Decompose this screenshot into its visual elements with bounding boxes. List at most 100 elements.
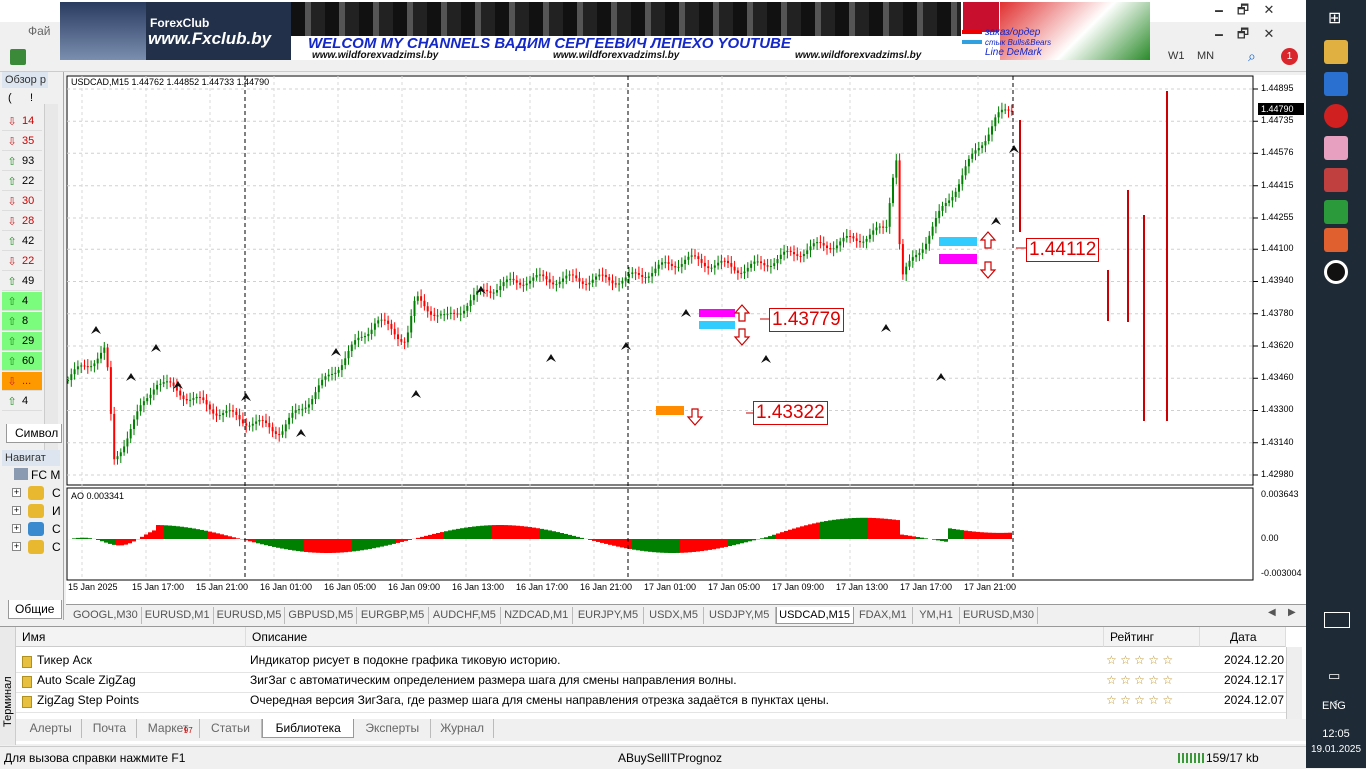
terminal-tab[interactable]: Эксперты bbox=[354, 719, 431, 738]
mw-row[interactable]: ⇧22 bbox=[2, 172, 42, 191]
tab-symbol[interactable]: Символ bbox=[6, 424, 62, 443]
chart-tab[interactable]: GBPUSD,M5 bbox=[285, 607, 357, 624]
arrow-up-icon: ⇧ bbox=[6, 316, 18, 328]
terminal-tab[interactable]: Почта bbox=[82, 719, 137, 738]
menu-file[interactable]: Фай bbox=[28, 24, 51, 38]
chart-tab[interactable]: EURUSD,M1 bbox=[142, 607, 214, 624]
col-rating[interactable]: Рейтинг bbox=[1104, 627, 1200, 647]
mw-value: 22 bbox=[22, 255, 34, 267]
terminal-tab[interactable]: Статьи bbox=[200, 719, 262, 738]
mw-row[interactable]: ⇧93 bbox=[2, 152, 42, 171]
clock-time[interactable]: 12:05 bbox=[1306, 728, 1366, 740]
chart-tab[interactable]: USDX,M5 bbox=[644, 607, 703, 624]
chart-tab[interactable]: USDCAD,M15 bbox=[776, 607, 854, 624]
close-button[interactable]: ✕ bbox=[1256, 0, 1282, 20]
chart-tab[interactable]: GOOGL,M30 bbox=[70, 607, 142, 624]
mw-row[interactable]: ⇧8 bbox=[2, 312, 42, 331]
chart-tab[interactable]: NZDCAD,M1 bbox=[501, 607, 573, 624]
lang-indicator[interactable]: ENG bbox=[1322, 700, 1346, 712]
restore-button[interactable]: 🗗 bbox=[1230, 0, 1256, 20]
mw-row[interactable]: ⇧29 bbox=[2, 332, 42, 351]
navigator-root[interactable]: FC M bbox=[31, 468, 60, 482]
calculator-icon[interactable] bbox=[1324, 200, 1348, 224]
mw-row[interactable]: ⇧49 bbox=[2, 272, 42, 291]
mw-row[interactable]: ⇩14 bbox=[2, 112, 42, 131]
mw-value: 42 bbox=[22, 235, 34, 247]
notification-badge[interactable]: 1 bbox=[1281, 48, 1298, 65]
tf-mn-button[interactable]: MN bbox=[1197, 50, 1214, 62]
time-tick: 15 Jan 2025 bbox=[68, 582, 118, 592]
chart-tab[interactable]: EURUSD,M30 bbox=[960, 607, 1038, 624]
chart-tab[interactable]: YM,H1 bbox=[913, 607, 960, 624]
mw-col-alert[interactable]: ! bbox=[30, 92, 33, 104]
speaker-icon[interactable] bbox=[1324, 168, 1348, 192]
chart-tab[interactable]: EURGBP,M5 bbox=[357, 607, 429, 624]
library-name[interactable]: ZigZag Step Points bbox=[37, 693, 139, 707]
tree-expand-icon[interactable]: + bbox=[12, 542, 21, 551]
tree-expand-icon[interactable]: + bbox=[12, 506, 21, 515]
terminal-scrollbar[interactable] bbox=[1286, 647, 1302, 721]
chat-icon[interactable]: ▭ bbox=[1328, 668, 1340, 684]
chart-window[interactable]: USDCAD,M15 1.44762 1.44852 1.44733 1.447… bbox=[66, 75, 1306, 607]
windows-start-icon[interactable]: ⊞ bbox=[1328, 8, 1341, 28]
tree-expand-icon[interactable]: + bbox=[12, 488, 21, 497]
chart-tab[interactable]: AUDCHF,M5 bbox=[429, 607, 501, 624]
traffic-text: 159/17 kb bbox=[1206, 747, 1259, 769]
mw-row[interactable]: ⇩... bbox=[2, 372, 42, 391]
inner-close-button[interactable]: ✕ bbox=[1256, 24, 1282, 44]
mw-value: 30 bbox=[22, 195, 34, 207]
search-icon[interactable]: ⌕ bbox=[1248, 48, 1256, 65]
opera-icon[interactable] bbox=[1324, 104, 1348, 128]
col-name[interactable]: Имя bbox=[16, 627, 246, 647]
new-chart-icon[interactable] bbox=[10, 49, 26, 65]
chart-tab[interactable]: USDJPY,M5 bbox=[704, 607, 776, 624]
app-icon[interactable] bbox=[1324, 72, 1348, 96]
col-date[interactable]: Дата bbox=[1200, 627, 1286, 647]
chart-tab[interactable]: EURJPY,M5 bbox=[573, 607, 645, 624]
keyboard-icon[interactable] bbox=[1324, 612, 1350, 628]
terminal-app-icon[interactable] bbox=[1324, 228, 1348, 252]
tab-general[interactable]: Общие bbox=[8, 600, 62, 619]
mw-row[interactable]: ⇩30 bbox=[2, 192, 42, 211]
minimize-button[interactable]: 🗕 bbox=[1206, 0, 1232, 20]
terminal-tab[interactable]: Библиотека bbox=[262, 719, 354, 738]
ao-tick: -0.003004 bbox=[1261, 568, 1302, 578]
library-name[interactable]: Auto Scale ZigZag bbox=[37, 673, 136, 687]
price-tick: 1.44415 bbox=[1261, 180, 1294, 190]
mw-row[interactable]: ⇧60 bbox=[2, 352, 42, 371]
mw-row[interactable]: ⇧4 bbox=[2, 292, 42, 311]
navigator-item[interactable]: С bbox=[52, 522, 61, 536]
mw-row[interactable]: ⇧4 bbox=[2, 392, 42, 411]
paint-icon[interactable] bbox=[1324, 136, 1348, 160]
navigator-item[interactable]: C bbox=[52, 486, 61, 500]
mw-value: 29 bbox=[22, 335, 34, 347]
folder-icon[interactable] bbox=[1324, 40, 1348, 64]
mw-row[interactable]: ⇩35 bbox=[2, 132, 42, 151]
mw-scrollbar[interactable] bbox=[44, 104, 58, 454]
chart-tab[interactable]: FDAX,M1 bbox=[854, 607, 913, 624]
price-chart[interactable] bbox=[66, 75, 1306, 607]
inner-minimize-button[interactable]: 🗕 bbox=[1206, 24, 1232, 44]
mw-col-symbol[interactable]: ( bbox=[8, 92, 12, 104]
mw-row[interactable]: ⇩22 bbox=[2, 252, 42, 271]
record-icon[interactable] bbox=[1324, 260, 1348, 284]
library-name[interactable]: Тикер Аск bbox=[37, 653, 92, 667]
col-desc[interactable]: Описание bbox=[246, 627, 1104, 647]
navigator-item[interactable]: И bbox=[52, 504, 61, 518]
mw-row[interactable]: ⇩28 bbox=[2, 212, 42, 231]
ao-tick: 0.003643 bbox=[1261, 489, 1299, 499]
banner-url-1: www.wildforexvadzimsl.by bbox=[312, 50, 438, 60]
row-divider bbox=[16, 712, 1286, 713]
tree-expand-icon[interactable]: + bbox=[12, 524, 21, 533]
tab-scroll-left-icon[interactable]: ◀ bbox=[1268, 607, 1276, 618]
profile-name[interactable]: ABuySellITPrognoz bbox=[618, 747, 722, 769]
tab-scroll-right-icon[interactable]: ▶ bbox=[1288, 607, 1296, 618]
navigator-item[interactable]: С bbox=[52, 540, 61, 554]
chart-tab[interactable]: EURUSD,M5 bbox=[214, 607, 286, 624]
inner-restore-button[interactable]: 🗗 bbox=[1230, 24, 1256, 44]
terminal-tab[interactable]: Журнал bbox=[431, 719, 493, 738]
terminal-tab[interactable]: Алерты bbox=[20, 719, 82, 738]
clock-date[interactable]: 19.01.2025 bbox=[1306, 744, 1366, 755]
tf-w1-button[interactable]: W1 bbox=[1168, 50, 1185, 62]
mw-row[interactable]: ⇧42 bbox=[2, 232, 42, 251]
